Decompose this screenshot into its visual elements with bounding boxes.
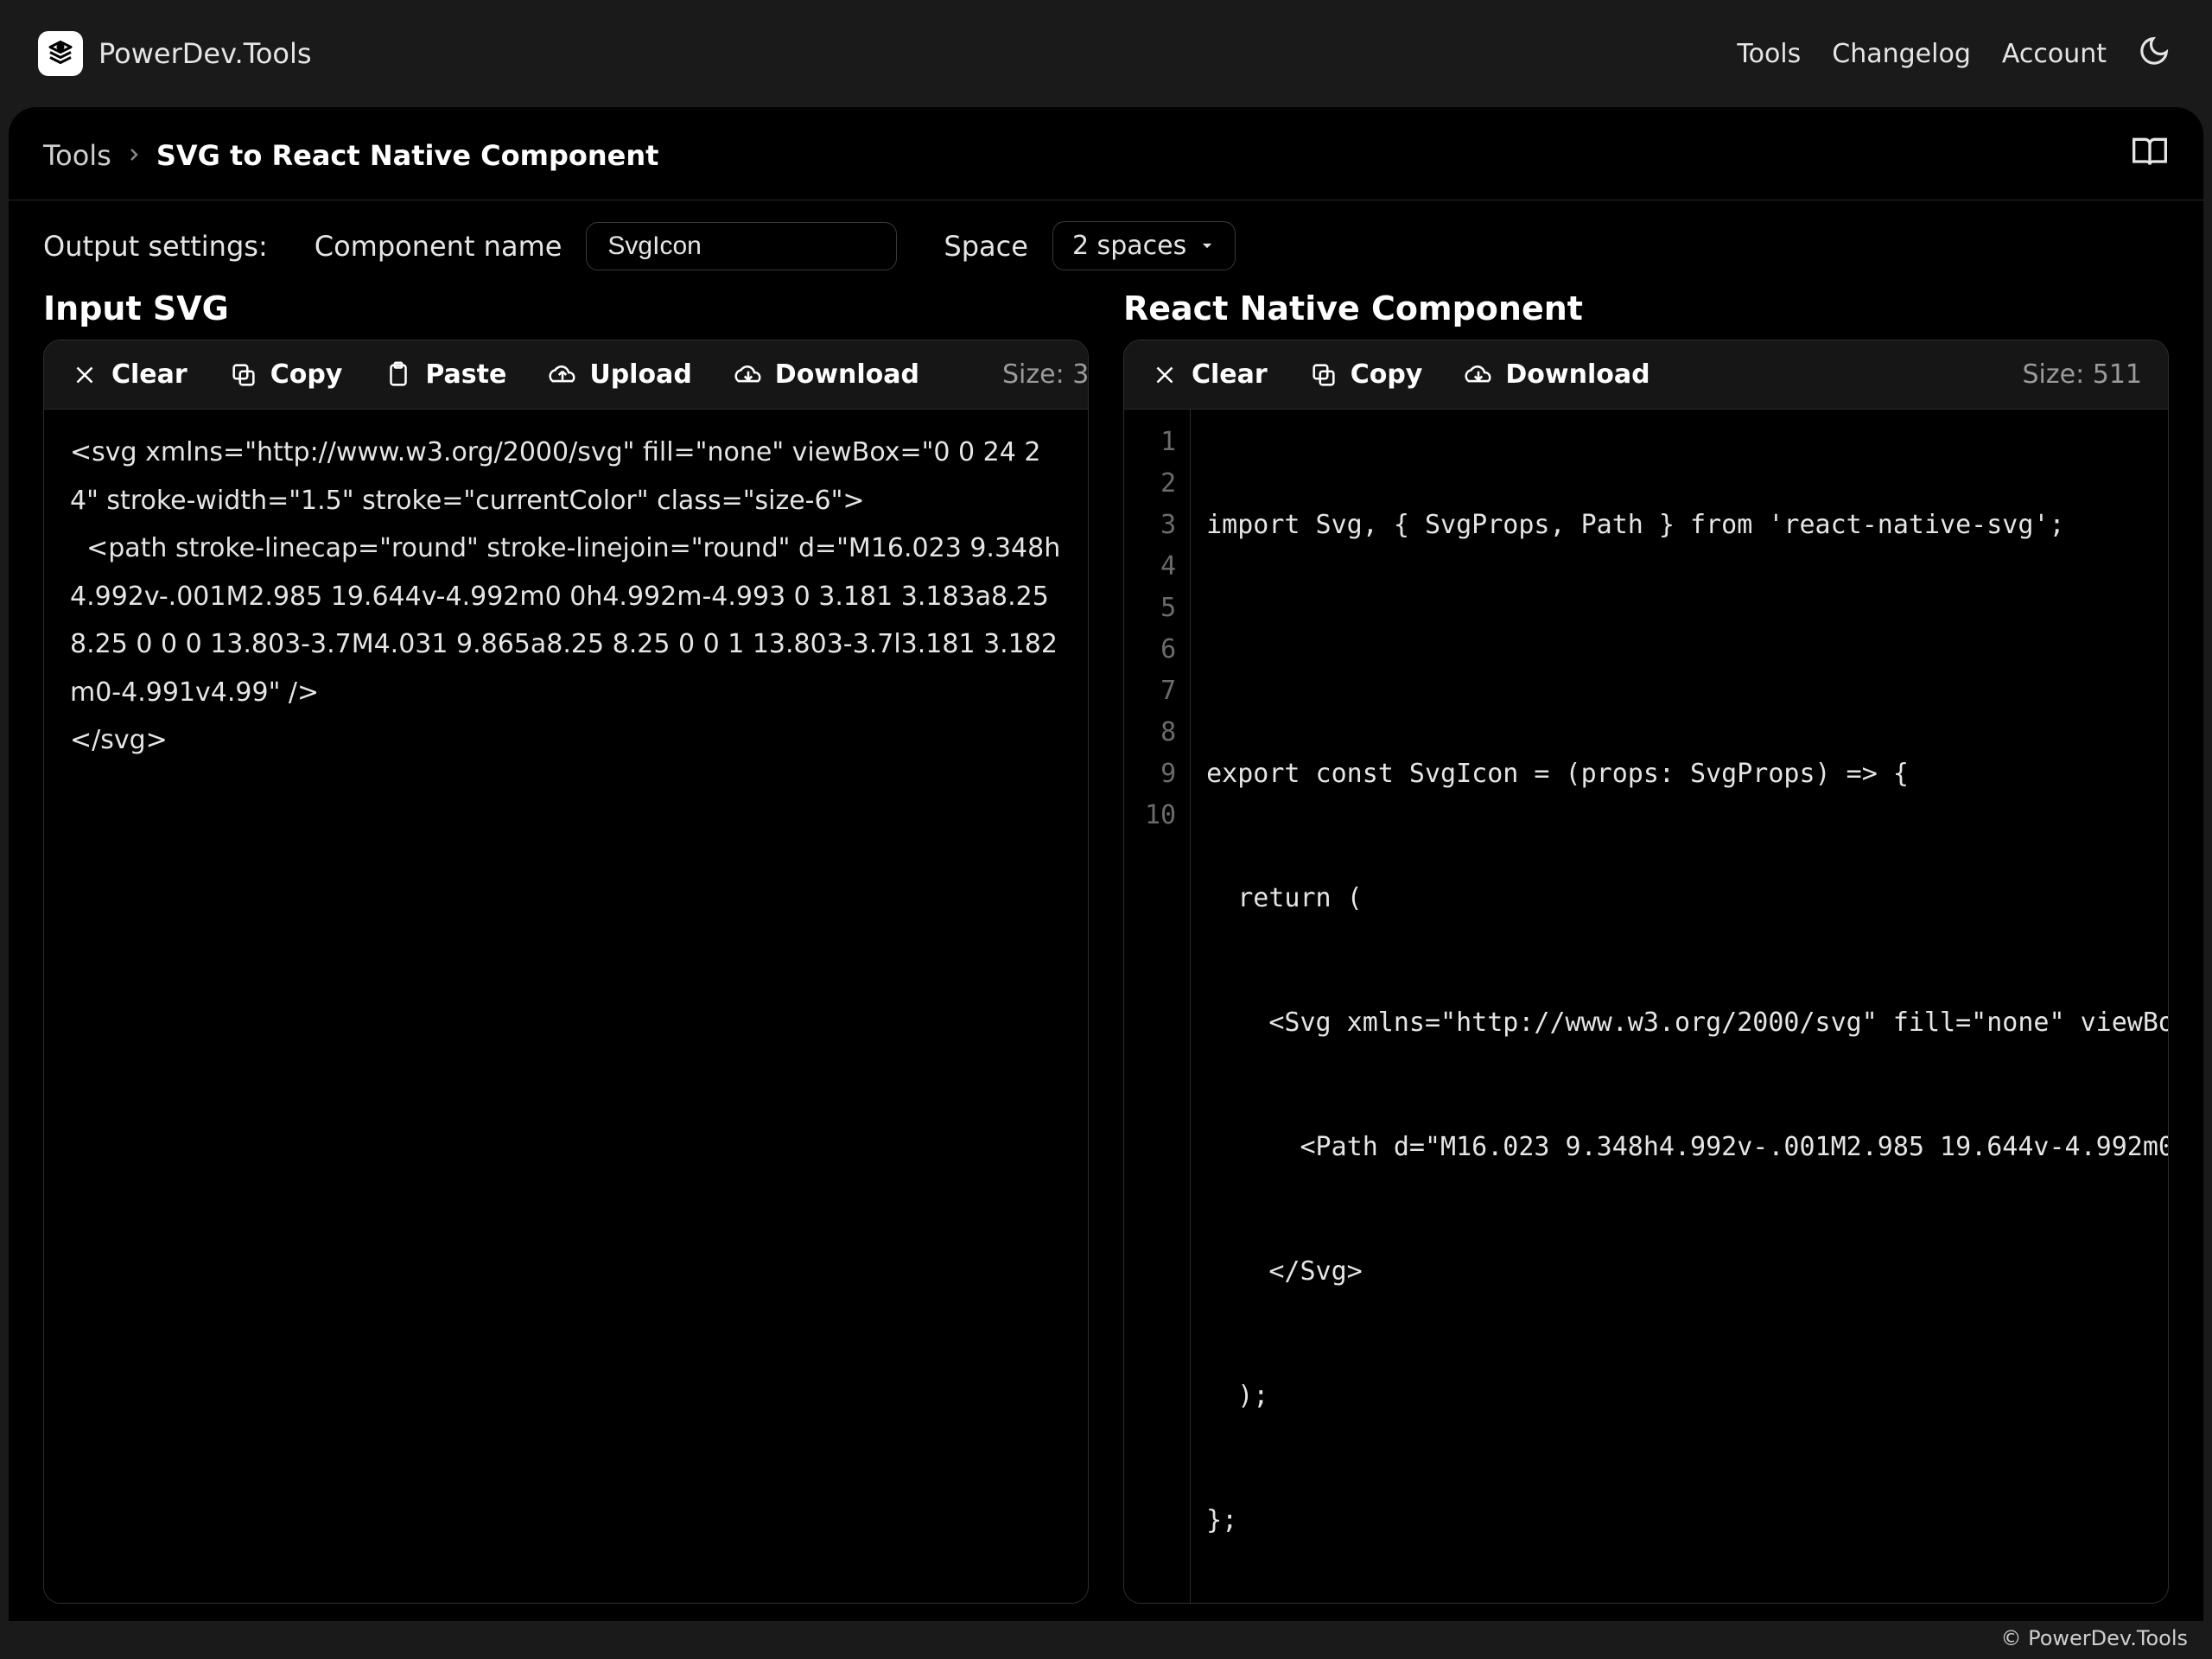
nav-tools[interactable]: Tools bbox=[1737, 39, 1801, 69]
input-copy-label: Copy bbox=[270, 359, 343, 390]
space-label: Space bbox=[944, 230, 1028, 263]
input-clear-button[interactable]: Clear bbox=[70, 359, 188, 390]
output-download-label: Download bbox=[1505, 359, 1649, 390]
code-view[interactable]: 1 2 3 4 5 6 7 8 9 10 import Svg, { bbox=[1124, 410, 2168, 1603]
line-number: 8 bbox=[1145, 712, 1176, 753]
line-number: 9 bbox=[1145, 753, 1176, 795]
svg-input-textarea[interactable] bbox=[44, 410, 1088, 1603]
panel-output: React Native Component Clear Copy Downlo… bbox=[1123, 286, 2169, 1604]
topbar: PowerDev.Tools Tools Changelog Account bbox=[0, 0, 2212, 107]
output-settings: Output settings: Component name Space 2 … bbox=[9, 200, 2203, 286]
code-line bbox=[1206, 629, 2168, 671]
panel-input-box: Clear Copy Paste Upload bbox=[43, 340, 1089, 1604]
code-line: return ( bbox=[1206, 878, 2168, 919]
line-number: 2 bbox=[1145, 463, 1176, 505]
breadcrumb: Tools SVG to React Native Component bbox=[43, 139, 658, 172]
input-paste-label: Paste bbox=[425, 359, 506, 390]
output-settings-heading: Output settings: bbox=[43, 230, 268, 263]
code-line: </Svg> bbox=[1206, 1251, 2168, 1293]
output-toolbar: Clear Copy Download Size: 511 bbox=[1124, 340, 2168, 410]
input-copy-button[interactable]: Copy bbox=[229, 359, 343, 390]
panel-input-title: Input SVG bbox=[43, 286, 1089, 340]
nav-right: Tools Changelog Account bbox=[1737, 35, 2171, 73]
code-line: ); bbox=[1206, 1376, 2168, 1417]
code-line: export const SvgIcon = (props: SvgProps)… bbox=[1206, 753, 2168, 795]
output-clear-label: Clear bbox=[1192, 359, 1268, 390]
code-line: <Svg xmlns="http://www.w3.org/2000/svg" … bbox=[1206, 1002, 2168, 1044]
breadcrumb-row: Tools SVG to React Native Component bbox=[9, 107, 2203, 200]
panel-output-box: Clear Copy Download Size: 511 bbox=[1123, 340, 2169, 1604]
output-copy-label: Copy bbox=[1351, 359, 1423, 390]
brand[interactable]: PowerDev.Tools bbox=[38, 31, 312, 76]
nav-account[interactable]: Account bbox=[2002, 39, 2107, 69]
panel-output-title: React Native Component bbox=[1123, 286, 2169, 340]
line-number: 4 bbox=[1145, 546, 1176, 588]
code-gutter: 1 2 3 4 5 6 7 8 9 10 bbox=[1124, 410, 1191, 1603]
breadcrumb-leaf: SVG to React Native Component bbox=[156, 139, 659, 172]
code-line: import Svg, { SvgProps, Path } from 'rea… bbox=[1206, 505, 2168, 546]
component-name-input[interactable] bbox=[586, 222, 897, 270]
input-clear-label: Clear bbox=[111, 359, 188, 390]
input-paste-button[interactable]: Paste bbox=[384, 359, 506, 390]
line-number: 5 bbox=[1145, 588, 1176, 629]
footer-copyright: © PowerDev.Tools bbox=[1988, 1623, 2200, 1654]
docs-book-icon[interactable] bbox=[2131, 133, 2169, 177]
component-name-label: Component name bbox=[315, 230, 563, 263]
space-select-value: 2 spaces bbox=[1072, 231, 1186, 261]
input-download-label: Download bbox=[775, 359, 919, 390]
brand-name: PowerDev.Tools bbox=[99, 37, 312, 70]
output-editor-body: 1 2 3 4 5 6 7 8 9 10 import Svg, { bbox=[1124, 410, 2168, 1603]
output-size-label: Size: 511 bbox=[2023, 359, 2143, 390]
input-size-label: Size: 3 bbox=[1002, 359, 1088, 390]
setting-space: Space 2 spaces bbox=[944, 221, 1236, 270]
code-lines: import Svg, { SvgProps, Path } from 'rea… bbox=[1191, 410, 2168, 1603]
output-download-button[interactable]: Download bbox=[1464, 359, 1649, 390]
line-number: 10 bbox=[1145, 795, 1176, 836]
code-line: }; bbox=[1206, 1500, 2168, 1541]
brand-logo-icon bbox=[38, 31, 83, 76]
chevron-right-icon bbox=[124, 139, 144, 172]
theme-toggle-moon-icon[interactable] bbox=[2138, 35, 2171, 73]
setting-component-name: Component name bbox=[315, 222, 898, 270]
nav-changelog[interactable]: Changelog bbox=[1832, 39, 1971, 69]
panel-input: Input SVG Clear Copy Paste bbox=[43, 286, 1089, 1604]
output-copy-button[interactable]: Copy bbox=[1309, 359, 1423, 390]
output-clear-button[interactable]: Clear bbox=[1150, 359, 1268, 390]
caret-down-icon bbox=[1198, 231, 1216, 261]
line-number: 1 bbox=[1145, 422, 1176, 463]
line-number: 7 bbox=[1145, 671, 1176, 712]
input-toolbar: Clear Copy Paste Upload bbox=[44, 340, 1088, 410]
panels: Input SVG Clear Copy Paste bbox=[9, 286, 2203, 1621]
code-line: <Path d="M16.023 9.348h4.992v-.001M2.985… bbox=[1206, 1127, 2168, 1168]
breadcrumb-root[interactable]: Tools bbox=[43, 139, 111, 172]
content-card: Tools SVG to React Native Component Outp… bbox=[9, 107, 2203, 1621]
line-number: 6 bbox=[1145, 629, 1176, 671]
input-download-button[interactable]: Download bbox=[734, 359, 919, 390]
line-number: 3 bbox=[1145, 505, 1176, 546]
input-upload-label: Upload bbox=[589, 359, 691, 390]
input-upload-button[interactable]: Upload bbox=[548, 359, 691, 390]
space-select[interactable]: 2 spaces bbox=[1052, 221, 1236, 270]
input-editor-body bbox=[44, 410, 1088, 1603]
